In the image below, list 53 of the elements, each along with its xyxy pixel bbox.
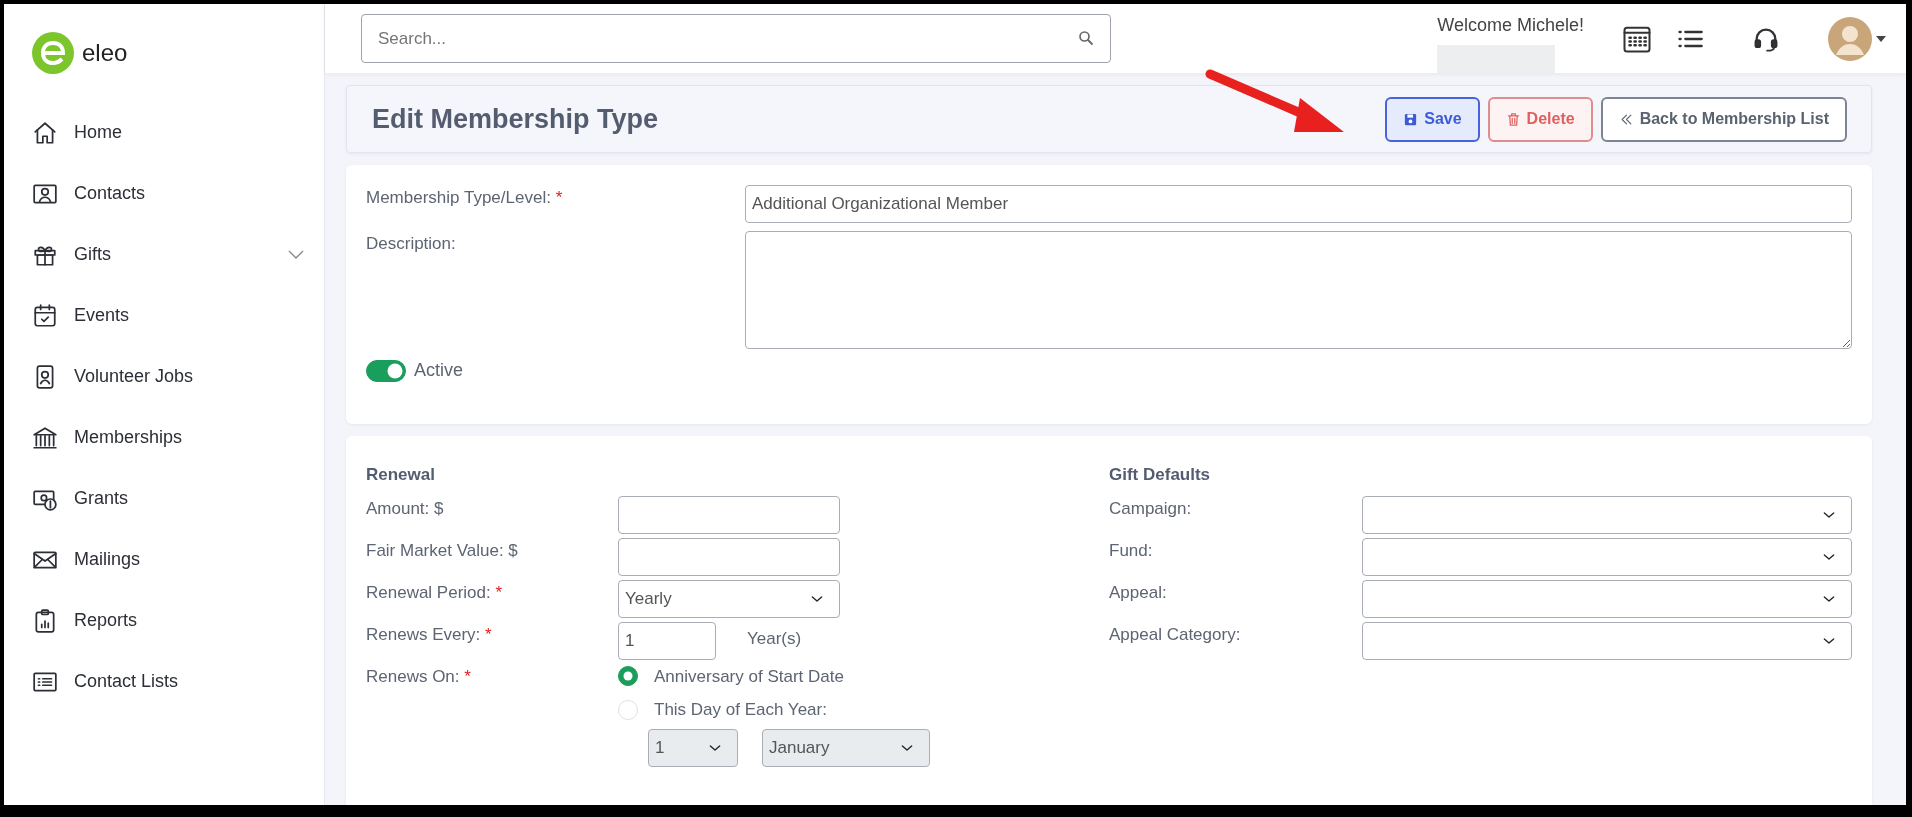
text-input[interactable]: Additional Organizational Member bbox=[745, 185, 1852, 223]
clipboard-chart-icon bbox=[32, 607, 58, 634]
field-label: Description: bbox=[366, 233, 457, 255]
dropdown[interactable] bbox=[1362, 495, 1852, 534]
welcome-text: Welcome Michele! bbox=[1437, 14, 1584, 37]
double-chevron-left-icon bbox=[1618, 111, 1634, 127]
field-label: Fund: bbox=[1109, 539, 1154, 562]
page-title: Edit Membership Type bbox=[372, 102, 660, 136]
sidebar-item[interactable]: Events bbox=[4, 285, 324, 346]
field-label: Appeal: bbox=[1109, 581, 1168, 604]
radio-label: Anniversary of Start Date bbox=[654, 665, 844, 688]
search-icon bbox=[1077, 29, 1095, 47]
field-label: Renews On: * bbox=[366, 665, 472, 688]
section-title: Renewal bbox=[366, 464, 436, 486]
search-field[interactable]: Search... bbox=[361, 14, 1111, 63]
sidebar-item[interactable]: Contact Lists bbox=[4, 651, 324, 712]
sidebar-item[interactable]: Home bbox=[4, 102, 324, 163]
sidebar-item[interactable]: Mailings bbox=[4, 529, 324, 590]
text-input[interactable] bbox=[618, 495, 840, 534]
dropdown[interactable] bbox=[1362, 621, 1852, 660]
field-label: Membership Type/Level: * bbox=[366, 187, 564, 209]
field-label: Amount: $ bbox=[366, 497, 445, 520]
field-label: Campaign: bbox=[1109, 497, 1193, 520]
toggle-label: Active bbox=[414, 359, 464, 382]
field-label: Renews Every: * bbox=[366, 623, 493, 646]
logo-text: eleo bbox=[82, 38, 128, 68]
radio-label: This Day of Each Year: bbox=[654, 699, 827, 721]
unit-label: Year(s) bbox=[747, 627, 802, 650]
field-label: Appeal Category: bbox=[1109, 623, 1242, 646]
description-input[interactable] bbox=[745, 231, 1852, 349]
sidebar-item[interactable]: Volunteer Jobs bbox=[4, 346, 324, 407]
sidebar-item[interactable]: Reports bbox=[4, 590, 324, 651]
text-input[interactable] bbox=[618, 537, 840, 576]
dropdown[interactable]: Yearly bbox=[618, 579, 840, 618]
number-input[interactable]: 1 bbox=[618, 621, 716, 660]
sidebar-item[interactable]: Grants bbox=[4, 468, 324, 529]
field-label: Renewal Period: * bbox=[366, 581, 504, 604]
caret-down-icon[interactable] bbox=[1876, 35, 1886, 42]
trash-icon bbox=[1505, 111, 1521, 127]
calendar-check-icon bbox=[32, 302, 58, 329]
dropdown[interactable] bbox=[1362, 579, 1852, 618]
logo-icon bbox=[32, 32, 74, 74]
back-button[interactable]: Back to Membership List bbox=[1600, 96, 1847, 142]
toggle-switch[interactable] bbox=[366, 359, 406, 382]
sidebar-item[interactable]: Contacts bbox=[4, 163, 324, 224]
sidebar-item[interactable]: Memberships bbox=[4, 407, 324, 468]
dropdown[interactable] bbox=[1362, 537, 1852, 576]
save-icon bbox=[1403, 111, 1419, 127]
sidebar-item[interactable]: Gifts bbox=[4, 224, 324, 285]
section-title: Gift Defaults bbox=[1109, 464, 1212, 486]
save-button[interactable]: Save bbox=[1385, 96, 1480, 142]
radio-button[interactable] bbox=[618, 666, 638, 687]
field-label: Fair Market Value: $ bbox=[366, 539, 519, 562]
